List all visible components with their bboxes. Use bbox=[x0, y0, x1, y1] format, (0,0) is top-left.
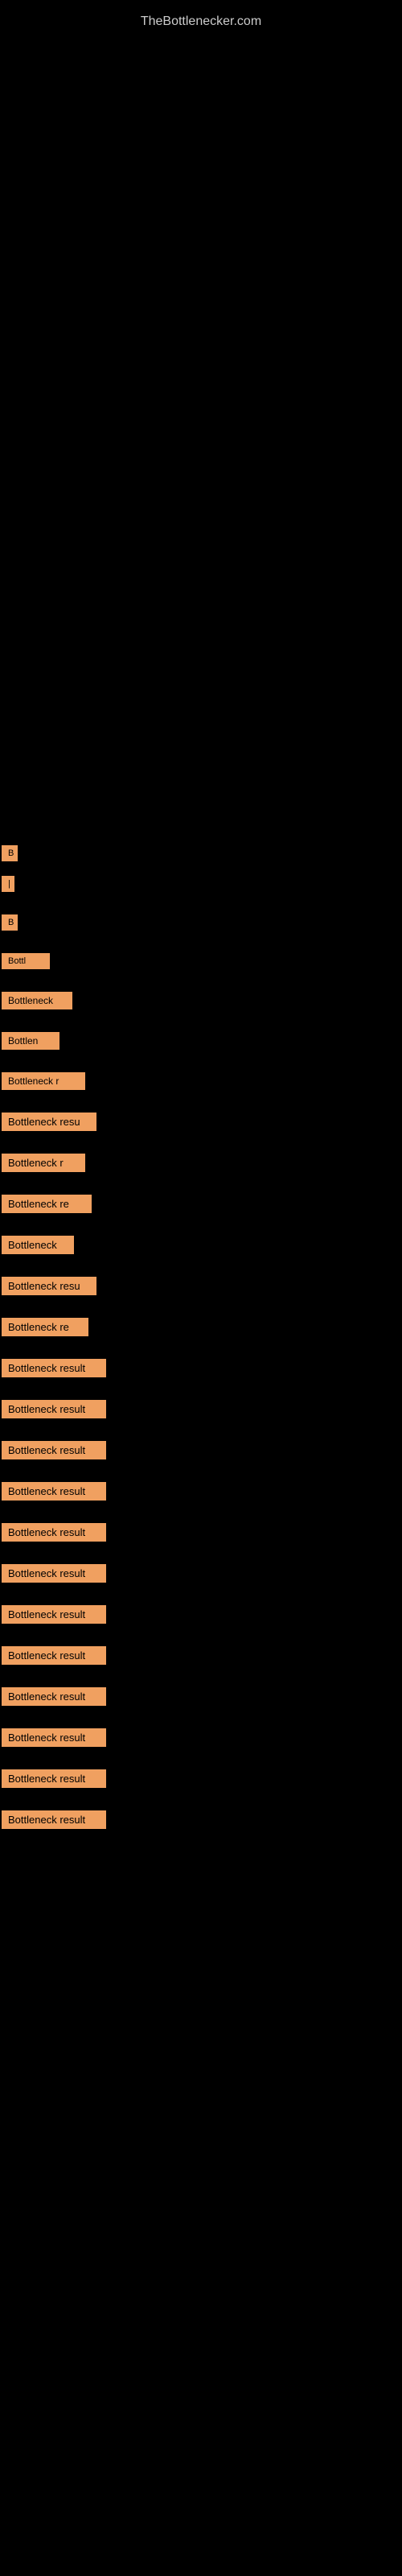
site-title: TheBottlenecker.com bbox=[0, 6, 402, 29]
bottleneck-item-9: Bottleneck r bbox=[2, 1154, 85, 1172]
bottleneck-item-11: Bottleneck bbox=[2, 1236, 74, 1254]
bottleneck-item-10: Bottleneck re bbox=[2, 1195, 92, 1213]
bottleneck-item-23: Bottleneck result bbox=[2, 1728, 106, 1747]
bottleneck-item-22: Bottleneck result bbox=[2, 1687, 106, 1706]
bottleneck-item-7: Bottleneck r bbox=[2, 1072, 85, 1090]
bottleneck-item-15: Bottleneck result bbox=[2, 1400, 106, 1418]
bottleneck-item-19: Bottleneck result bbox=[2, 1564, 106, 1583]
bottleneck-item-1: B bbox=[2, 845, 18, 861]
bottleneck-item-4: Bottl bbox=[2, 953, 50, 969]
bottleneck-item-3: B bbox=[2, 914, 18, 931]
bottleneck-list: B | B Bottl Bottleneck Bottlen Bottleneck r Bot… bbox=[0, 845, 106, 1852]
bottleneck-item-17: Bottleneck result bbox=[2, 1482, 106, 1501]
bottleneck-item-5: Bottleneck bbox=[2, 992, 72, 1009]
bottleneck-item-14: Bottleneck result bbox=[2, 1359, 106, 1377]
bottleneck-item-25: Bottleneck result bbox=[2, 1810, 106, 1829]
bottleneck-item-8: Bottleneck resu bbox=[2, 1113, 96, 1131]
bottleneck-item-20: Bottleneck result bbox=[2, 1605, 106, 1624]
bottleneck-item-2: | bbox=[2, 876, 14, 892]
bottleneck-item-6: Bottlen bbox=[2, 1032, 59, 1050]
bottleneck-item-18: Bottleneck result bbox=[2, 1523, 106, 1542]
bottleneck-item-13: Bottleneck re bbox=[2, 1318, 88, 1336]
bottleneck-item-21: Bottleneck result bbox=[2, 1646, 106, 1665]
bottleneck-item-16: Bottleneck result bbox=[2, 1441, 106, 1459]
bottleneck-item-24: Bottleneck result bbox=[2, 1769, 106, 1788]
bottleneck-item-12: Bottleneck resu bbox=[2, 1277, 96, 1295]
